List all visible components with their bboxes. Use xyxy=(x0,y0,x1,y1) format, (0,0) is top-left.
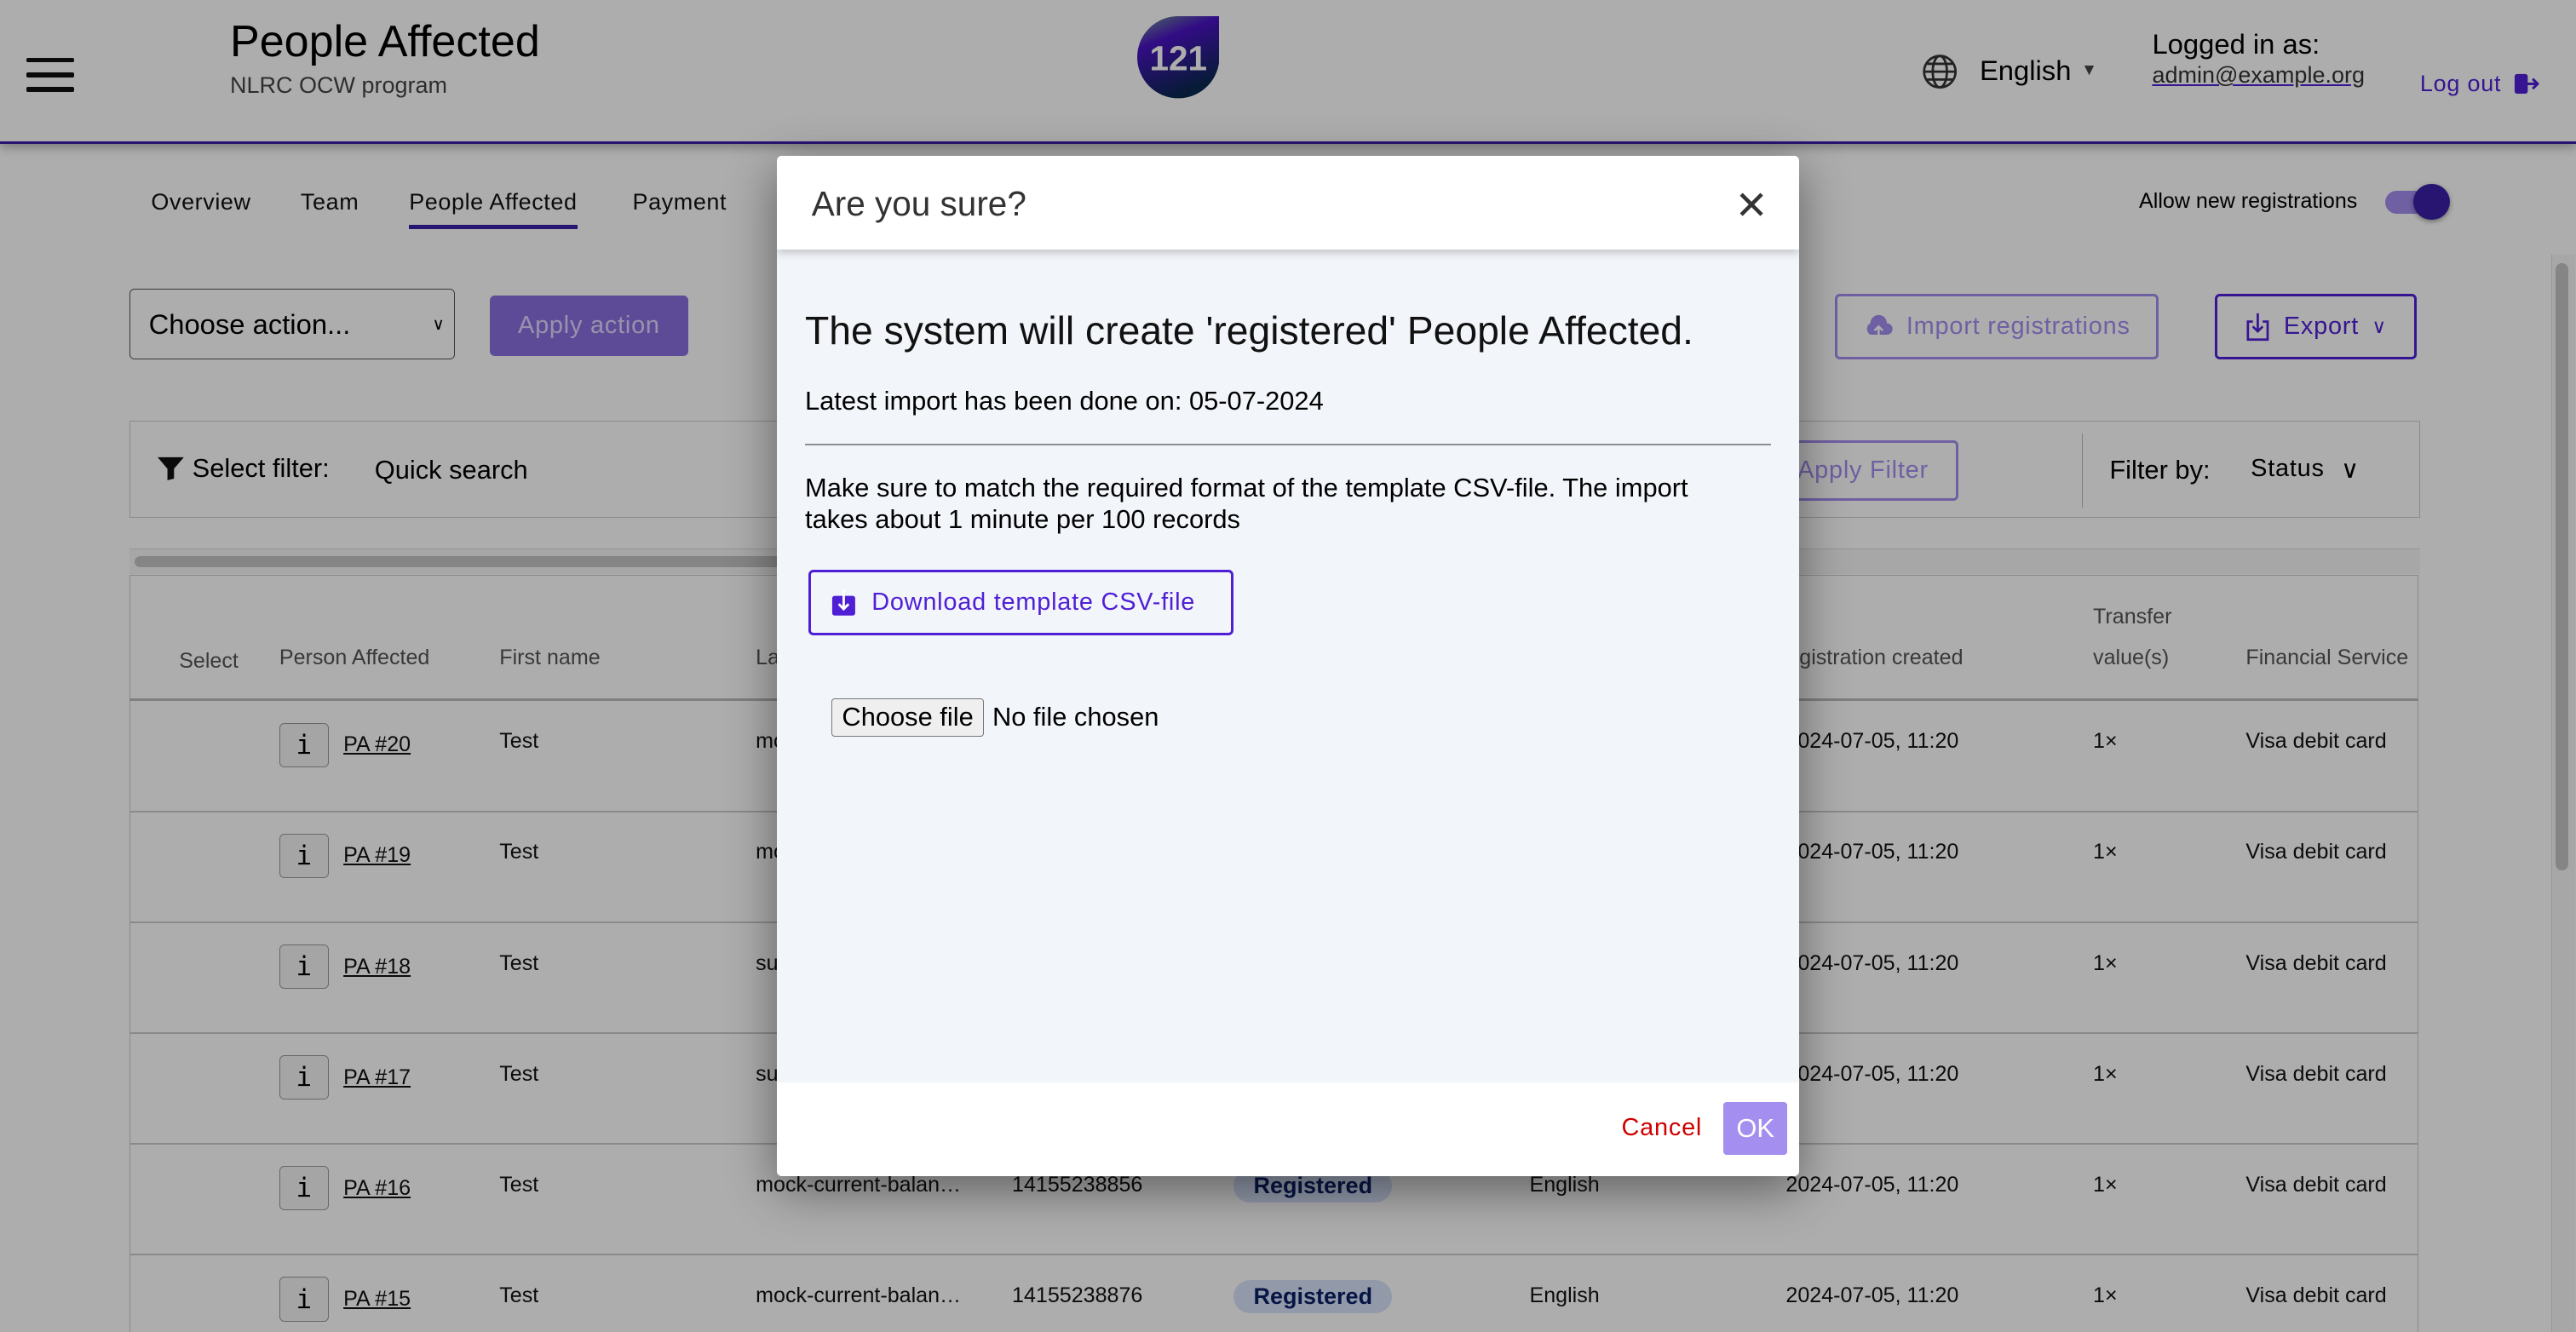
cancel-button[interactable]: Cancel xyxy=(1622,1114,1703,1142)
import-confirm-dialog: Are you sure? ✕ The system will create '… xyxy=(777,156,1799,1176)
file-status-text: No file chosen xyxy=(992,702,1159,732)
download-template-button[interactable]: Download template CSV-file xyxy=(808,570,1234,636)
dialog-heading: The system will create 'registered' Peop… xyxy=(805,307,1693,353)
divider xyxy=(805,443,1772,445)
choose-file-button[interactable]: Choose file xyxy=(831,698,985,738)
download-template-label: Download template CSV-file xyxy=(871,588,1196,617)
dialog-footer: Cancel OK xyxy=(777,1082,1799,1176)
close-icon[interactable]: ✕ xyxy=(1735,182,1768,228)
file-input[interactable]: Choose file No file chosen xyxy=(831,698,1159,738)
download-icon xyxy=(831,589,855,617)
dialog-header: Are you sure? ✕ xyxy=(777,156,1799,250)
ok-button[interactable]: OK xyxy=(1723,1102,1788,1155)
instructions-text: Make sure to match the required format o… xyxy=(805,473,1688,535)
latest-import-text: Latest import has been done on: 05-07-20… xyxy=(805,386,1324,416)
dialog-title: Are you sure? xyxy=(811,183,1026,223)
